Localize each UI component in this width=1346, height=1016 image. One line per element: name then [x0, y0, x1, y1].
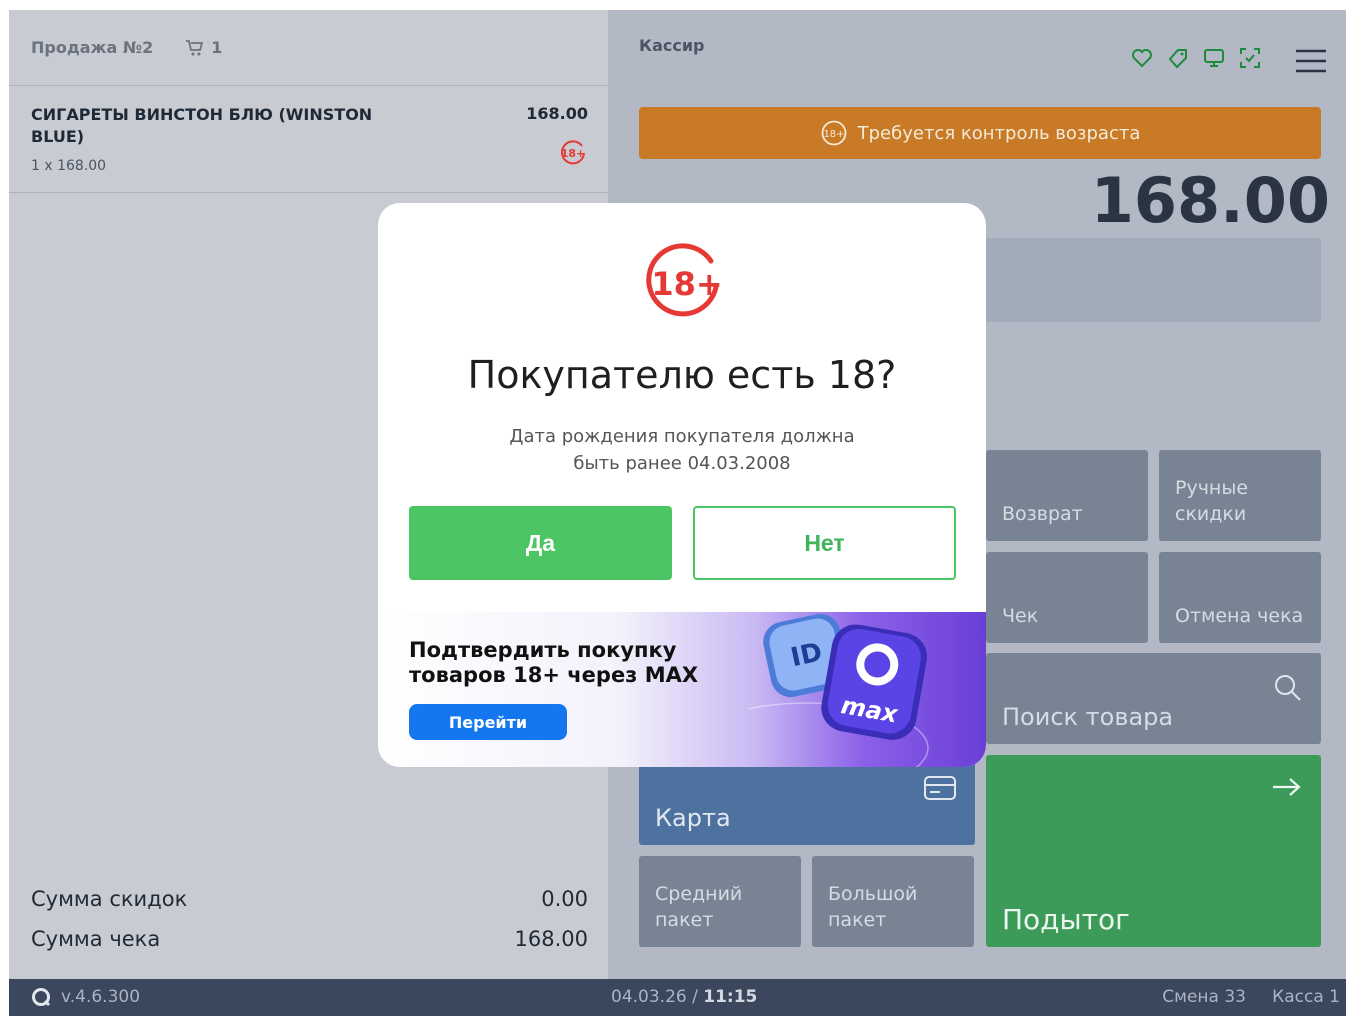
- sale-header: Продажа №2 1: [9, 10, 608, 86]
- age-control-text: Требуется контроль возраста: [857, 122, 1141, 144]
- receipt-label: Чек: [1002, 605, 1039, 627]
- discount-row: Сумма скидок 0.00: [31, 879, 588, 919]
- subtitle-line-2: быть ранее 04.03.2008: [573, 453, 791, 474]
- return-label: Возврат: [1002, 503, 1083, 525]
- total-value: 168.00: [514, 927, 588, 951]
- item-price: 168.00: [526, 104, 588, 123]
- status-bar: v.4.6.300 04.03.26 / 11:15 Смена 33 Касс…: [9, 979, 1346, 1016]
- cashier-label: Кассир: [639, 36, 705, 55]
- dialog-title: Покупателю есть 18?: [467, 353, 897, 397]
- age-restricted-icon: 18+: [558, 138, 588, 172]
- promo-line-1: Подтвердить покупку: [409, 638, 677, 662]
- scan-check-icon[interactable]: [1238, 46, 1262, 70]
- app-logo-icon: [32, 988, 51, 1007]
- large-bag-button[interactable]: Большой пакет: [812, 856, 974, 947]
- time: 11:15: [703, 987, 758, 1007]
- subtotal-label: Подытог: [1002, 903, 1130, 936]
- item-qty: 1 x 168.00: [31, 158, 107, 174]
- pos-app: Продажа №2 1 СИГАРЕТЫ ВИНСТОН БЛЮ (WINST…: [9, 10, 1346, 1016]
- card-payment-label: Карта: [655, 804, 731, 832]
- version: v.4.6.300: [61, 987, 141, 1007]
- large-bag-label: Большой пакет: [828, 883, 918, 931]
- age-control-banner: 18+ Требуется контроль возраста: [639, 107, 1321, 159]
- dialog-subtitle: Дата рождения покупателя должна быть ран…: [378, 423, 986, 477]
- no-button[interactable]: Нет: [693, 506, 956, 580]
- menu-icon[interactable]: [1294, 48, 1328, 74]
- shift-number: Смена 33: [1162, 987, 1246, 1007]
- promo-text: Подтвердить покупку товаров 18+ через MA…: [409, 638, 698, 688]
- date: 04.03.26: [611, 987, 687, 1007]
- manual-discounts-button[interactable]: Ручные скидки: [1159, 450, 1321, 541]
- card-payment-button[interactable]: Карта: [639, 755, 975, 845]
- yes-button[interactable]: Да: [409, 506, 672, 580]
- cancel-receipt-label: Отмена чека: [1175, 605, 1304, 627]
- arrow-right-icon: [1273, 778, 1301, 796]
- card-icon: [924, 776, 956, 800]
- svg-text:18+: 18+: [561, 147, 586, 160]
- version-info: v.4.6.300: [31, 987, 140, 1007]
- search-icon: [1275, 675, 1301, 701]
- subtotal-button[interactable]: Подытог: [986, 755, 1321, 947]
- medium-bag-label: Средний пакет: [655, 883, 743, 931]
- svg-text:18+: 18+: [823, 129, 844, 140]
- medium-bag-button[interactable]: Средний пакет: [639, 856, 801, 947]
- discount-value: 0.00: [541, 887, 588, 911]
- subtitle-line-1: Дата рождения покупателя должна: [509, 426, 855, 447]
- heart-icon[interactable]: [1130, 46, 1154, 70]
- receipt-button[interactable]: Чек: [986, 552, 1148, 643]
- go-button[interactable]: Перейти: [409, 704, 567, 740]
- max-promo-banner[interactable]: Подтвердить покупку товаров 18+ через MA…: [378, 612, 986, 767]
- receipt-item[interactable]: СИГАРЕТЫ ВИНСТОН БЛЮ (WINSTON BLUE) 1 x …: [9, 86, 608, 193]
- age-18-icon: 18+: [821, 120, 847, 146]
- status-icons: [1130, 46, 1262, 70]
- monitor-icon[interactable]: [1202, 46, 1226, 70]
- datetime: 04.03.26 / 11:15: [611, 987, 758, 1007]
- amount-display: 168.00: [1090, 164, 1330, 237]
- totals: Сумма скидок 0.00 Сумма чека 168.00: [31, 879, 588, 959]
- return-button[interactable]: Возврат: [986, 450, 1148, 541]
- svg-text:18+: 18+: [651, 265, 722, 303]
- age-18-logo: 18+: [640, 239, 726, 329]
- total-label: Сумма чека: [31, 927, 161, 951]
- age-verification-dialog: 18+ Покупателю есть 18? Дата рождения по…: [378, 203, 986, 767]
- item-name: СИГАРЕТЫ ВИНСТОН БЛЮ (WINSTON BLUE): [31, 105, 373, 146]
- cart-count: 1: [185, 38, 222, 57]
- cart-icon: [186, 39, 204, 55]
- product-search-button[interactable]: Поиск товара: [986, 653, 1321, 744]
- cancel-receipt-button[interactable]: Отмена чека: [1159, 552, 1321, 643]
- product-search-label: Поиск товара: [1002, 703, 1174, 731]
- svg-text:ID: ID: [788, 637, 825, 673]
- cart-count-value: 1: [211, 38, 223, 57]
- total-row: Сумма чека 168.00: [31, 919, 588, 959]
- manual-discounts-label: Ручные скидки: [1175, 477, 1249, 525]
- promo-line-2: товаров 18+ через MAX: [409, 663, 699, 687]
- sale-title: Продажа №2: [31, 38, 154, 57]
- tag-icon[interactable]: [1166, 46, 1190, 70]
- discount-label: Сумма скидок: [31, 887, 188, 911]
- register-number: Касса 1: [1272, 987, 1340, 1007]
- max-id-illustration: ID max: [748, 613, 929, 767]
